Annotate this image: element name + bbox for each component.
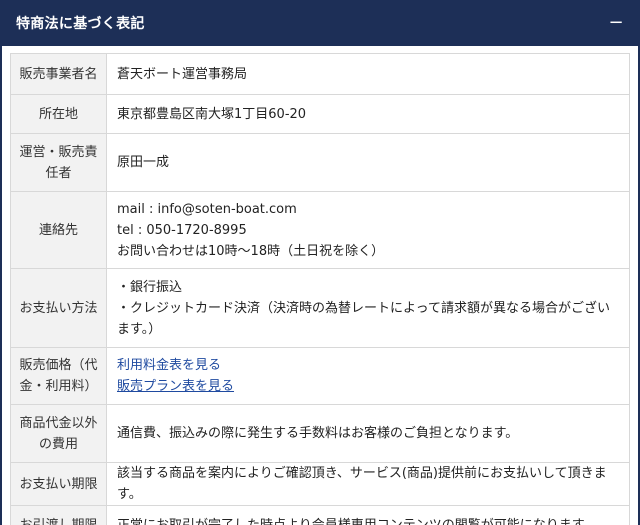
table-row: お引渡し期限 正常にお取引が完了した時点より会員様専用コンテンツの閲覧が可能にな… bbox=[10, 505, 630, 525]
row-label-payment-method: お支払い方法 bbox=[10, 268, 107, 348]
row-value-price: 利用料金表を見る 販売プラン表を見る bbox=[106, 347, 630, 405]
contact-hours: お問い合わせは10時〜18時（土日祝を除く） bbox=[117, 243, 385, 259]
collapse-icon[interactable]: − bbox=[608, 14, 624, 32]
row-value-other-costs: 通信費、振込みの際に発生する手数料はお客様のご負担となります。 bbox=[106, 404, 630, 463]
table-row: 所在地 東京都豊島区南大塚1丁目60-20 bbox=[10, 94, 630, 134]
row-value-seller: 蒼天ボート運営事務局 bbox=[106, 53, 630, 95]
row-label-manager: 運営・販売責任者 bbox=[10, 133, 107, 192]
panel-header[interactable]: 特商法に基づく表記 − bbox=[2, 0, 638, 46]
table-row: お支払い方法 ・銀行振込 ・クレジットカード決済（決済時の為替レートによって請求… bbox=[10, 268, 630, 348]
table-row: 販売事業者名 蒼天ボート運営事務局 bbox=[10, 53, 630, 95]
row-value-payment-deadline: 該当する商品を案内によりご確認頂き、サービス(商品)提供前にお支払いして頂きます… bbox=[106, 462, 630, 506]
panel-title: 特商法に基づく表記 bbox=[16, 16, 145, 32]
payment-credit-card: ・クレジットカード決済（決済時の為替レートによって請求額が異なる場合がございます… bbox=[117, 300, 610, 337]
row-value-delivery: 正常にお取引が完了した時点より会員様専用コンテンツの閲覧が可能になります。 bbox=[106, 505, 630, 525]
payment-bank-transfer: ・銀行振込 bbox=[117, 279, 183, 295]
panel-body: 販売事業者名 蒼天ボート運営事務局 所在地 東京都豊島区南大塚1丁目60-20 … bbox=[2, 46, 638, 525]
row-value-manager: 原田一成 bbox=[106, 133, 630, 192]
table-row: 販売価格（代金・利用料） 利用料金表を見る 販売プラン表を見る bbox=[10, 347, 630, 405]
row-value-address: 東京都豊島区南大塚1丁目60-20 bbox=[106, 94, 630, 134]
row-label-seller: 販売事業者名 bbox=[10, 53, 107, 95]
legal-notice-panel: 特商法に基づく表記 − 販売事業者名 蒼天ボート運営事務局 所在地 東京都豊島区… bbox=[0, 0, 640, 525]
row-label-contact: 連絡先 bbox=[10, 191, 107, 269]
row-label-address: 所在地 bbox=[10, 94, 107, 134]
table-row: 運営・販売責任者 原田一成 bbox=[10, 133, 630, 192]
contact-phone: tel : 050-1720-8995 bbox=[117, 222, 247, 238]
row-label-delivery: お引渡し期限 bbox=[10, 505, 107, 525]
row-value-payment-method: ・銀行振込 ・クレジットカード決済（決済時の為替レートによって請求額が異なる場合… bbox=[106, 268, 630, 348]
legal-info-table: 販売事業者名 蒼天ボート運営事務局 所在地 東京都豊島区南大塚1丁目60-20 … bbox=[10, 53, 630, 525]
fee-table-link[interactable]: 利用料金表を見る bbox=[117, 355, 619, 376]
row-value-contact: mail : info@soten-boat.com tel : 050-172… bbox=[106, 191, 630, 269]
table-row: 連絡先 mail : info@soten-boat.com tel : 050… bbox=[10, 191, 630, 269]
row-label-payment-deadline: お支払い期限 bbox=[10, 462, 107, 506]
table-row: お支払い期限 該当する商品を案内によりご確認頂き、サービス(商品)提供前にお支払… bbox=[10, 462, 630, 506]
contact-email: mail : info@soten-boat.com bbox=[117, 201, 297, 217]
sales-plan-link[interactable]: 販売プラン表を見る bbox=[117, 376, 619, 397]
row-label-other-costs: 商品代金以外の費用 bbox=[10, 404, 107, 463]
row-label-price: 販売価格（代金・利用料） bbox=[10, 347, 107, 405]
table-row: 商品代金以外の費用 通信費、振込みの際に発生する手数料はお客様のご負担となります… bbox=[10, 404, 630, 463]
